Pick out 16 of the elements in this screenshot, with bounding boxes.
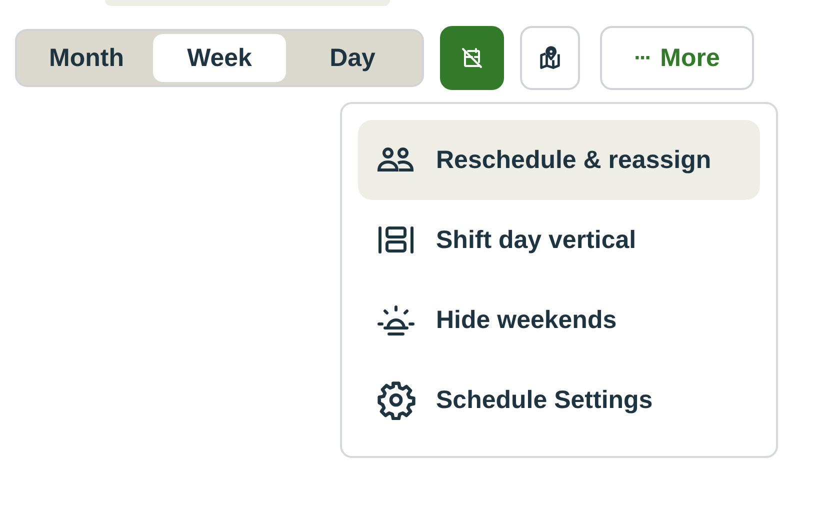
settings-icon <box>376 380 416 420</box>
menu-item[interactable]: Shift day vertical <box>358 200 760 280</box>
calendar-off-icon <box>460 46 484 70</box>
layout-rows-icon <box>376 224 416 256</box>
more-icon: ··· <box>634 45 650 71</box>
menu-item[interactable]: Schedule Settings <box>358 360 760 440</box>
more-button[interactable]: ··· More <box>600 26 754 90</box>
map-pin-icon <box>537 45 563 71</box>
calendar-off-button[interactable] <box>440 26 504 90</box>
view-tab[interactable]: Month <box>20 34 153 82</box>
sunrise-icon <box>376 304 416 336</box>
view-tab[interactable]: Week <box>153 34 286 82</box>
map-button[interactable] <box>520 26 580 90</box>
view-tab[interactable]: Day <box>286 34 419 82</box>
menu-item[interactable]: Reschedule & reassign <box>358 120 760 200</box>
menu-item[interactable]: Hide weekends <box>358 280 760 360</box>
